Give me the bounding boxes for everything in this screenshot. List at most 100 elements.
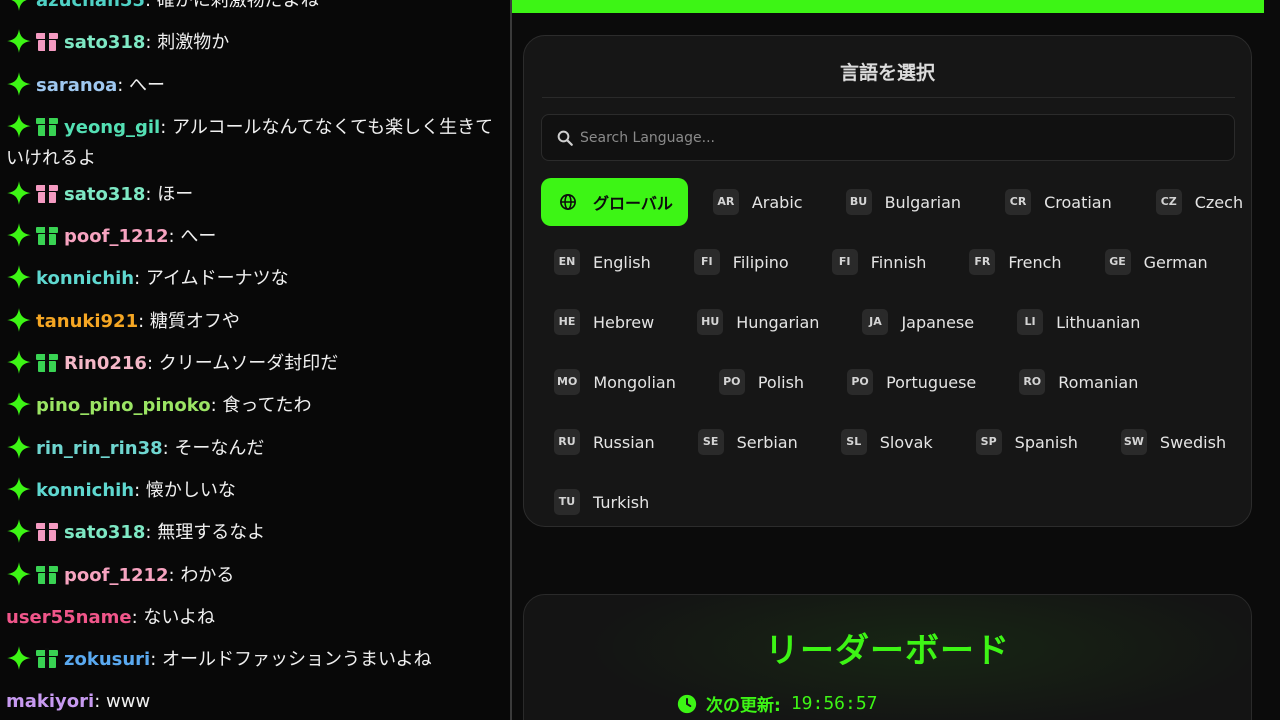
chat-colon: : (168, 226, 181, 248)
language-option[interactable]: SL Slovak (828, 418, 947, 466)
language-code-badge: CR (1005, 189, 1032, 215)
language-option[interactable]: TU Turkish (541, 478, 663, 526)
chat-username[interactable]: sato318 (64, 184, 145, 205)
chat-colon: : (145, 522, 158, 544)
chat-username[interactable]: poof_1212 (64, 226, 169, 247)
language-option[interactable]: GE German (1092, 238, 1222, 286)
chat-message: pino_pino_pinoko: 食ってたわ (0, 385, 510, 427)
language-code-badge: PO (847, 369, 874, 395)
language-option[interactable]: グローバル (541, 178, 688, 226)
chat-username[interactable]: yeong_gil (64, 117, 160, 138)
chat-text: へー (180, 226, 217, 248)
chat-username[interactable]: rin_rin_rin38 (36, 438, 163, 459)
language-code-badge: HU (697, 309, 724, 335)
language-search-input[interactable] (580, 115, 1220, 160)
gift-badge-icon (36, 648, 58, 669)
chat-username[interactable]: user55name (6, 607, 132, 628)
language-option[interactable]: PO Polish (706, 358, 818, 406)
chat-text: 糖質オフや (149, 310, 240, 332)
language-name: Romanian (1058, 372, 1139, 392)
language-code-badge: LI (1017, 309, 1044, 335)
chat-text: ないよね (143, 606, 216, 628)
language-name: Finnish (870, 252, 927, 272)
chat-username[interactable]: konnichih (36, 480, 134, 501)
language-option[interactable]: CZ Czech (1143, 178, 1257, 226)
chat-text: アイムドーナツな (145, 268, 289, 290)
chat-message-list: azuchan55: 確かに刺激物だよね sato318: 刺激物か saranoa… (0, 0, 510, 720)
chat-colon: : (134, 479, 146, 501)
language-name: German (1143, 252, 1208, 272)
chat-text: わかる (180, 564, 235, 586)
search-icon (557, 130, 573, 146)
language-option[interactable]: HE Hebrew (541, 298, 668, 346)
sparkle-badge-icon (6, 434, 32, 460)
language-option[interactable]: JA Japanese (849, 298, 988, 346)
chat-message: sato318: 刺激物か (0, 22, 510, 64)
chat-username[interactable]: pino_pino_pinoko (36, 395, 211, 416)
language-name: English (593, 252, 651, 272)
chat-username[interactable]: zokusuri (64, 649, 150, 670)
language-option[interactable]: LI Lithuanian (1004, 298, 1154, 346)
gift-badge-icon (36, 115, 58, 136)
chat-username[interactable]: konnichih (36, 268, 134, 289)
language-code-badge: JA (862, 309, 889, 335)
chat-username[interactable]: saranoa (36, 75, 117, 96)
language-option[interactable]: MO Mongolian (541, 358, 690, 406)
language-code-badge: AR (712, 189, 739, 215)
next-update-time: 19:56:57 (790, 693, 878, 714)
language-option[interactable]: HU Hungarian (684, 298, 833, 346)
chat-message: makiyori: www (0, 681, 510, 720)
language-option[interactable]: RO Romanian (1006, 358, 1152, 406)
chat-username[interactable]: Rin0216 (64, 353, 147, 374)
sparkle-badge-icon (6, 113, 32, 139)
chat-username[interactable]: sato318 (64, 522, 145, 543)
language-name: Japanese (901, 312, 975, 332)
language-row: RU Russian SE Serbian SL Slovak SP Spanish SW Swe… (541, 418, 1241, 478)
chat-message: poof_1212: へー (0, 216, 510, 258)
language-option[interactable]: EN English (541, 238, 665, 286)
language-name: Czech (1194, 192, 1244, 212)
chat-colon: : (146, 353, 159, 375)
language-code-badge: GE (1104, 249, 1131, 275)
language-code-badge: FI (693, 249, 720, 275)
language-row: MO Mongolian PO Polish PO Portuguese RO Romania… (541, 358, 1241, 418)
language-option[interactable]: SE Serbian (685, 418, 812, 466)
language-option[interactable]: AR Arabic (700, 178, 817, 226)
chat-message: yeong_gil: アルコールなんてなくても楽しく生きていけれるよ (0, 107, 510, 174)
language-selector-title: 言語を選択 (839, 62, 935, 84)
language-option[interactable]: BU Bulgarian (833, 178, 976, 226)
next-update-row: 次の更新: 19:56:57 (677, 691, 878, 716)
sparkle-badge-icon (6, 307, 32, 333)
language-option[interactable]: FI Finnish (819, 238, 941, 286)
chat-colon: : (145, 183, 158, 205)
language-row: TU Turkish (541, 478, 1241, 538)
language-name: Arabic (751, 192, 803, 212)
language-name: グローバル (593, 194, 673, 213)
chat-text: クリームソーダ封印だ (158, 353, 339, 375)
gift-badge-icon (36, 563, 58, 584)
language-option[interactable]: PO Portuguese (834, 358, 990, 406)
chat-username[interactable]: tanuki921 (36, 311, 138, 332)
language-row: HE Hebrew HU Hungarian JA Japanese LI Lithuania… (541, 298, 1241, 358)
language-option[interactable]: SP Spanish (963, 418, 1092, 466)
language-row: EN English FI Filipino FI Finnish FR French GE Ge… (541, 238, 1241, 298)
chat-message: poof_1212: わかる (0, 555, 510, 597)
language-name: Hebrew (593, 312, 655, 332)
chat-message: rin_rin_rin38: そーなんだ (0, 428, 510, 470)
chat-username[interactable]: sato318 (64, 32, 145, 53)
language-option[interactable]: FR French (956, 238, 1075, 286)
language-option[interactable]: SW Swedish (1108, 418, 1240, 466)
language-option[interactable]: RU Russian (541, 418, 669, 466)
chat-username[interactable]: azuchan55 (36, 0, 145, 11)
language-name: Spanish (1014, 432, 1078, 452)
language-code-badge: FI (831, 249, 858, 275)
chat-username[interactable]: poof_1212 (64, 565, 169, 586)
chat-message: user55name: ないよね (0, 597, 510, 639)
language-code-badge: RO (1019, 369, 1046, 395)
chat-colon: : (160, 116, 173, 138)
language-option[interactable]: CR Croatian (992, 178, 1126, 226)
chat-text: そーなんだ (174, 437, 265, 459)
chat-username[interactable]: makiyori (6, 691, 94, 712)
language-search-box[interactable] (541, 114, 1235, 161)
language-option[interactable]: FI Filipino (681, 238, 803, 286)
